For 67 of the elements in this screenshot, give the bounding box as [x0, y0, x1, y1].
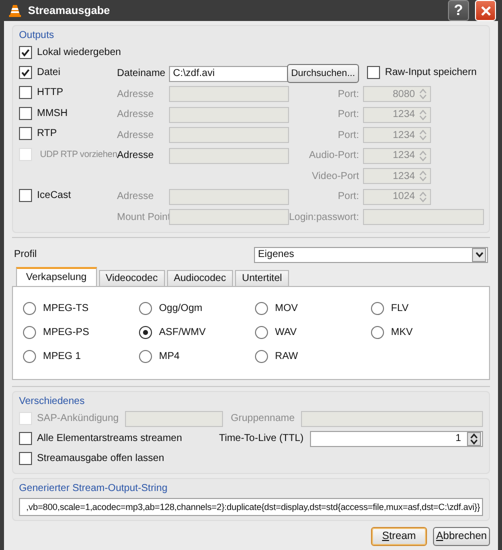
group-title: Outputs — [19, 29, 56, 43]
checkbox[interactable]: IceCast — [19, 188, 71, 202]
checkbox[interactable]: Raw-Input speichern — [367, 66, 477, 79]
radio-button[interactable]: WAV — [255, 320, 371, 344]
checkbox[interactable]: Datei — [19, 66, 60, 80]
tab[interactable]: Untertitel — [234, 270, 289, 286]
dialog-button[interactable]: Abbrechen — [433, 526, 490, 546]
checkbox[interactable]: RTP — [19, 127, 57, 140]
radio-button[interactable]: MKV — [371, 320, 487, 344]
profile-label: Profil — [14, 249, 37, 260]
close-button[interactable] — [475, 0, 496, 21]
checkbox[interactable]: HTTP — [19, 86, 64, 100]
ttl-label: Time-To-Live (TTL) — [219, 433, 304, 444]
help-button[interactable]: ? — [448, 0, 469, 21]
port-label: Port: — [338, 88, 359, 100]
spin-arrows-icon — [419, 129, 427, 142]
radio-button[interactable]: ASF/WMV — [139, 320, 255, 344]
close-icon — [480, 6, 490, 16]
field-label: Adresse — [117, 191, 154, 202]
group-title: Verschiedenes — [19, 394, 86, 408]
radio-button[interactable]: MPEG 1 — [23, 344, 139, 368]
field-label: Adresse — [117, 88, 154, 100]
radio-button[interactable]: RAW — [255, 344, 371, 368]
spin-arrows-icon — [419, 108, 427, 121]
input-field[interactable] — [124, 410, 223, 426]
checkbox[interactable]: Streamausgabe offen lassen — [19, 452, 164, 465]
spin-arrows-icon — [419, 150, 427, 162]
browse-button[interactable]: Durchsuchen... — [287, 64, 359, 84]
spin-arrows-icon — [419, 190, 427, 203]
check-icon — [20, 67, 31, 78]
radio-button[interactable]: FLV — [371, 296, 487, 320]
radio-button[interactable]: MOV — [255, 296, 371, 320]
window-title: Streamausgabe — [28, 4, 111, 16]
radio-button[interactable]: MP4 — [139, 344, 255, 368]
spin-arrows-icon — [419, 88, 427, 100]
field-label: Gruppenname — [230, 413, 295, 424]
field-label: Adresse — [117, 109, 154, 120]
checkbox[interactable]: Alle Elementarstreams streamen — [19, 432, 205, 445]
output-string-field[interactable]: ,vb=800,scale=1,acodec=mp3,ab=128,channels=2}:duplicate{dst=display,dst=std{access=file,mux=asf,dst=C:\zdf.avi}} — [19, 498, 483, 516]
field-label: Dateiname — [117, 68, 166, 80]
field-label: Adresse — [117, 150, 154, 162]
checkbox[interactable]: Lokal wiedergeben — [19, 46, 121, 59]
port-label: Port: — [338, 109, 359, 120]
tab[interactable]: Audiocodec — [166, 270, 233, 286]
field-label: Adresse — [117, 130, 154, 141]
cone-icon — [8, 4, 22, 18]
port-label: Port: — [338, 130, 359, 141]
group-title: Generierter Stream-Output-String — [19, 482, 168, 496]
tab[interactable]: Videocodec — [98, 270, 165, 286]
input-field[interactable]: C:\zdf.avi — [169, 66, 289, 82]
radio-button[interactable]: Ogg/Ogm — [139, 296, 255, 320]
checkbox[interactable]: MMSH — [19, 106, 68, 120]
port-label: Login:passwort: — [288, 212, 359, 223]
dialog-button[interactable]: Stream — [371, 526, 427, 546]
radio-button[interactable]: MPEG-TS — [23, 296, 139, 320]
input-field[interactable] — [300, 410, 483, 426]
port-label: Audio-Port: — [308, 150, 359, 162]
port-label: Port: — [338, 191, 359, 202]
radio-button[interactable]: MPEG-PS — [23, 320, 139, 344]
port-label: Video-Port — [312, 170, 359, 182]
check-icon — [20, 46, 31, 58]
spin-arrows-icon — [419, 170, 427, 182]
tab[interactable]: Verkapselung — [16, 266, 97, 286]
profile-dropdown[interactable]: Eigenes — [254, 246, 488, 262]
chevron-down-icon — [474, 250, 484, 259]
spin-arrows-icon — [467, 432, 481, 446]
ttl-spinbox[interactable]: 1 — [310, 430, 483, 446]
